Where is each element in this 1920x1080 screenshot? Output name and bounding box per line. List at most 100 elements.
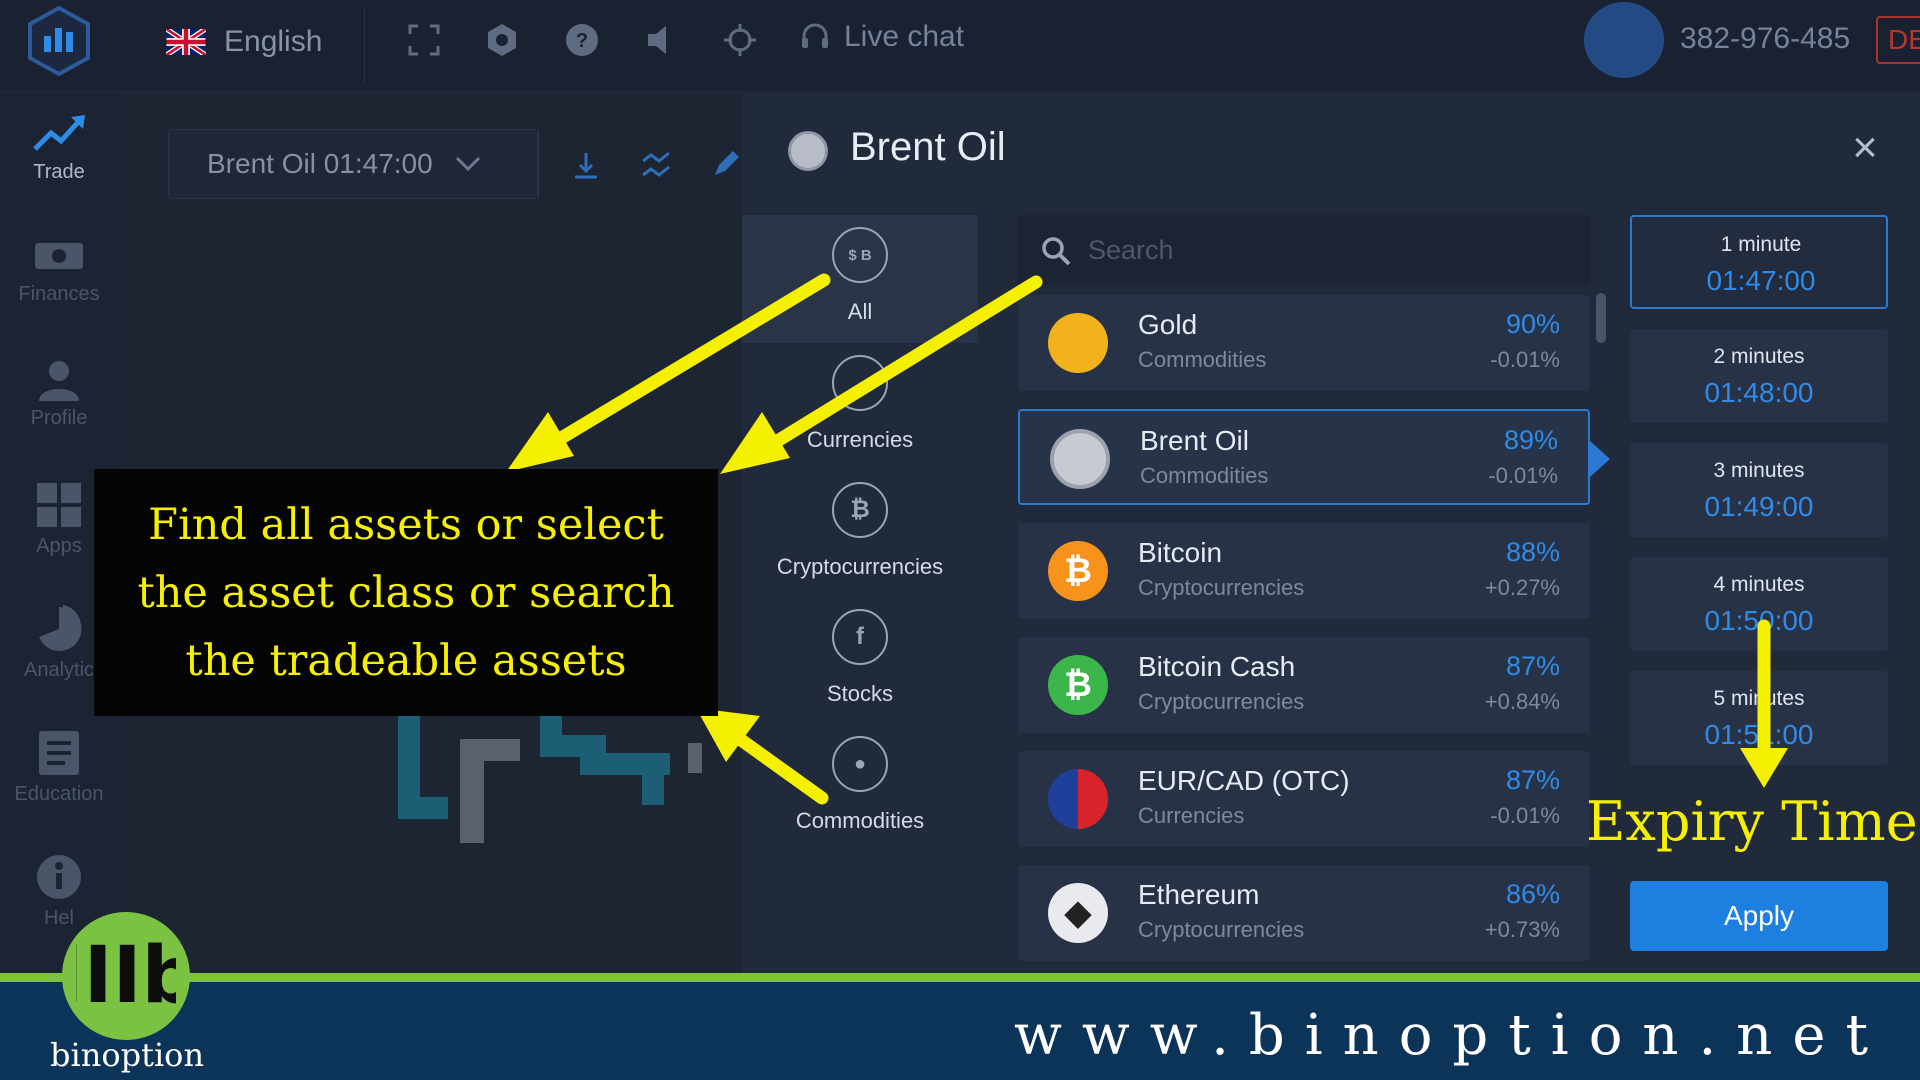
price-change: -0.01% bbox=[1490, 347, 1560, 372]
asset-name: Bitcoin bbox=[1138, 537, 1223, 568]
sound-icon[interactable] bbox=[644, 22, 680, 58]
cash-icon bbox=[35, 243, 83, 269]
info-icon bbox=[37, 855, 81, 899]
drawing-pencil-icon[interactable] bbox=[709, 147, 743, 181]
expiry-option-4-minutes[interactable]: 4 minutes 01:50:00 bbox=[1630, 557, 1888, 651]
chart-type-icon[interactable] bbox=[569, 147, 603, 181]
asset-row-bitcoin-cash[interactable]: ₿ Bitcoin Cash Cryptocurrencies 87% +0.8… bbox=[1018, 637, 1590, 733]
callout-text: Find all assets or select the asset clas… bbox=[137, 499, 675, 686]
search-icon bbox=[1042, 237, 1071, 266]
avatar[interactable] bbox=[1584, 2, 1664, 78]
payout-percent: 90% bbox=[1505, 309, 1560, 339]
payout-percent: 87% bbox=[1505, 651, 1560, 681]
expiry-label: 1 minute bbox=[1720, 233, 1802, 256]
sidebar-item-label: Education bbox=[14, 783, 104, 805]
expiry-option-3-minutes[interactable]: 3 minutes 01:49:00 bbox=[1630, 443, 1888, 537]
sidebar-item-finances[interactable]: Finances bbox=[0, 215, 118, 335]
asset-category-list: $ B All Currencies ₿ Cryptocurrencies f … bbox=[742, 215, 978, 973]
binoption-logo-icon[interactable]: IIIb bbox=[62, 912, 190, 1040]
close-button[interactable]: × bbox=[1840, 123, 1890, 173]
sidebar-item-label: Trade bbox=[33, 161, 85, 183]
expiry-time: 01:49:00 bbox=[1704, 491, 1814, 522]
expiry-time: 01:48:00 bbox=[1704, 377, 1814, 408]
category-label: Currencies bbox=[806, 427, 914, 452]
footer-banner: www.binoption.net bbox=[0, 973, 1920, 1080]
price-change: +0.73% bbox=[1484, 917, 1560, 942]
category-cryptocurrencies[interactable]: ₿ Cryptocurrencies bbox=[742, 470, 978, 598]
asset-row-eur-cad[interactable]: EUR/CAD (OTC) Currencies 87% -0.01% bbox=[1018, 751, 1590, 847]
category-label: Cryptocurrencies bbox=[776, 554, 944, 579]
asset-list: Gold Commodities 90% -0.01% Brent Oil Co… bbox=[1018, 295, 1590, 973]
divider bbox=[364, 8, 365, 84]
asset-row-gold[interactable]: Gold Commodities 90% -0.01% bbox=[1018, 295, 1590, 391]
expiry-time: 01:47:00 bbox=[1706, 265, 1816, 296]
asset-row-ethereum[interactable]: ◆ Ethereum Cryptocurrencies 86% +0.73% bbox=[1018, 865, 1590, 961]
indicators-icon[interactable] bbox=[639, 147, 673, 181]
language-label: English bbox=[224, 25, 323, 58]
bonus-icon[interactable] bbox=[484, 22, 520, 58]
platform-logo-icon[interactable] bbox=[22, 4, 96, 78]
asset-row-bitcoin[interactable]: ₿ Bitcoin Cryptocurrencies 88% +0.27% bbox=[1018, 523, 1590, 619]
expiry-option-5-minutes[interactable]: 5 minutes 01:51:00 bbox=[1630, 671, 1888, 765]
asset-class: Currencies bbox=[1138, 803, 1245, 828]
uk-flag-icon bbox=[166, 29, 206, 55]
expiry-option-2-minutes[interactable]: 2 minutes 01:48:00 bbox=[1630, 329, 1888, 423]
category-label: Stocks bbox=[826, 681, 894, 706]
payout-percent: 89% bbox=[1503, 425, 1558, 455]
facebook-icon: f bbox=[832, 609, 888, 665]
search-input[interactable] bbox=[1088, 227, 1568, 273]
chart-toolbar bbox=[538, 129, 743, 199]
language-selector[interactable]: English bbox=[166, 22, 322, 62]
expiry-option-1-minute[interactable]: 1 minute 01:47:00 bbox=[1630, 215, 1888, 309]
live-chat-label: Live chat bbox=[844, 20, 965, 53]
sidebar-item-label: Profile bbox=[30, 407, 88, 429]
bitcoin-cash-icon: ₿ bbox=[1048, 655, 1108, 715]
binoption-logo-mark: IIIb bbox=[76, 936, 176, 1016]
asset-class: Cryptocurrencies bbox=[1138, 917, 1305, 942]
sidebar-item-trade[interactable]: Trade bbox=[0, 93, 118, 213]
asset-name: Bitcoin Cash bbox=[1138, 651, 1296, 682]
svg-text:?: ? bbox=[576, 30, 588, 52]
sidebar-item-profile[interactable]: Profile bbox=[0, 339, 118, 459]
search-box bbox=[1018, 215, 1590, 285]
price-change: +0.84% bbox=[1484, 689, 1560, 714]
asset-selector-label: Brent Oil 01:47:00 bbox=[207, 148, 433, 179]
asset-list-scrollbar[interactable] bbox=[1596, 293, 1606, 343]
oil-drop-icon: ● bbox=[832, 736, 888, 792]
selected-pointer bbox=[1590, 441, 1610, 477]
asset-class: Cryptocurrencies bbox=[1138, 575, 1305, 600]
asset-selector[interactable]: Brent Oil 01:47:00 bbox=[168, 129, 538, 199]
asset-name: Ethereum bbox=[1138, 879, 1260, 910]
category-commodities[interactable]: ● Commodities bbox=[742, 724, 978, 852]
account-type-badge[interactable]: DE bbox=[1876, 16, 1920, 64]
price-change: +0.27% bbox=[1484, 575, 1560, 600]
account-id: 382-976-485 bbox=[1680, 22, 1851, 55]
chevron-down-icon bbox=[455, 156, 480, 172]
price-change: -0.01% bbox=[1490, 803, 1560, 828]
modal-header: Brent Oil × bbox=[742, 93, 1920, 213]
category-currencies[interactable]: Currencies bbox=[742, 343, 978, 471]
help-icon[interactable]: ? bbox=[564, 22, 600, 58]
apply-button[interactable]: Apply bbox=[1630, 881, 1888, 951]
live-chat-button[interactable]: Live chat bbox=[800, 20, 964, 54]
payout-percent: 88% bbox=[1505, 537, 1560, 567]
asset-row-brent-oil[interactable]: Brent Oil Commodities 89% -0.01% bbox=[1018, 409, 1590, 505]
category-stocks[interactable]: f Stocks bbox=[742, 597, 978, 725]
gold-coin-icon bbox=[1048, 313, 1108, 373]
brent-oil-coin-icon bbox=[788, 131, 828, 171]
footer-url[interactable]: www.binoption.net bbox=[1014, 1003, 1888, 1068]
brand-name: binoption bbox=[50, 1036, 205, 1074]
crosshair-icon[interactable] bbox=[722, 22, 758, 58]
expiry-label: 2 minutes bbox=[1713, 345, 1805, 368]
expiry-time: 01:51:00 bbox=[1704, 719, 1814, 750]
expiry-label: 5 minutes bbox=[1713, 687, 1805, 710]
asset-class: Cryptocurrencies bbox=[1138, 689, 1305, 714]
all-assets-icon: $ B bbox=[832, 227, 888, 283]
sidebar-item-education[interactable]: Education bbox=[0, 711, 118, 831]
book-icon bbox=[39, 731, 79, 775]
asset-name: Gold bbox=[1138, 309, 1198, 340]
grid-icon bbox=[37, 483, 81, 527]
category-all[interactable]: $ B All bbox=[742, 215, 978, 343]
asset-name: Brent Oil bbox=[1140, 425, 1249, 456]
fullscreen-icon[interactable] bbox=[406, 22, 442, 58]
